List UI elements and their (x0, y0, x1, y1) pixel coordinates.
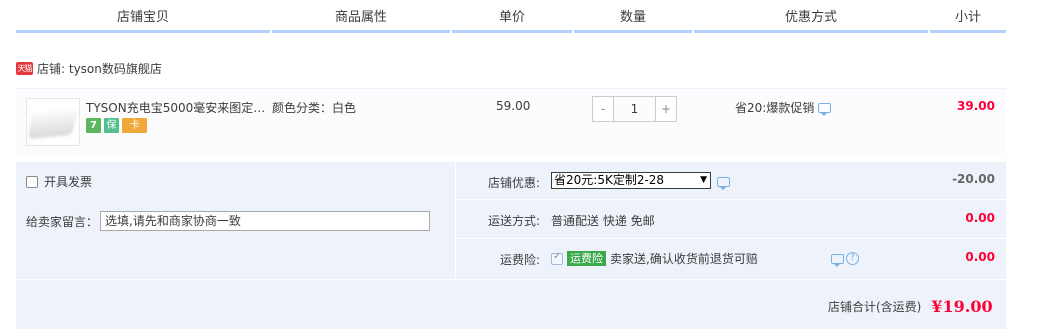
item-promotion: 省20:爆款促销 (735, 99, 832, 116)
invoice-label: 开具发票 (44, 175, 93, 189)
seller-note-input[interactable]: 选填,请先和商家协商一致 (100, 211, 431, 231)
seven-day-return-icon[interactable]: 7 (86, 118, 101, 133)
shop-total-value: ¥19.00 (931, 297, 993, 316)
shop-discount-amount: -20.00 (952, 172, 995, 186)
shop-line: 天猫 店铺: tyson数码旗舰店 (16, 58, 162, 78)
row-divider (455, 238, 1006, 239)
item-subtotal: 39.00 (957, 99, 995, 113)
shipping-amount: 0.00 (965, 211, 995, 225)
col-header-subtotal: 小计 (930, 0, 1006, 33)
seller-note: 给卖家留言： 选填,请先和商家协商一致 (26, 211, 431, 231)
item-attribute: 颜色分类：白色 (272, 101, 357, 115)
item-thumbnail[interactable] (26, 98, 80, 146)
message-icon[interactable] (818, 102, 832, 116)
insurance-label: 运费险: (499, 253, 540, 267)
question-icon[interactable]: ? (846, 252, 859, 265)
guarantee-icon[interactable]: 保 (104, 118, 119, 133)
quantity-increase-button[interactable]: + (656, 97, 676, 121)
shop-total: 店铺合计(含运费) ¥19.00 (828, 297, 993, 316)
col-header-promotion: 优惠方式 (694, 0, 928, 33)
row-divider (455, 199, 1006, 200)
item-title-link[interactable]: TYSON充电宝5000毫安来图定… (86, 99, 266, 116)
col-header-quantity: 数量 (574, 0, 692, 33)
promotion-text: 省20:爆款促销 (735, 101, 815, 115)
shop-discount-select[interactable]: 省20元:5K定制2-28 ▼ (551, 172, 711, 189)
col-header-attribute: 商品属性 (272, 0, 450, 33)
item-badges: 7 保 卡 (86, 118, 147, 133)
credit-card-icon[interactable]: 卡 (122, 118, 147, 133)
insurance-amount: 0.00 (965, 250, 995, 264)
shop-name-link[interactable]: 店铺: tyson数码旗舰店 (37, 60, 162, 77)
insurance-badge: 运费险 (567, 251, 606, 266)
col-header-item: 店铺宝贝 (16, 0, 270, 33)
shop-discount-label: 店铺优惠: (487, 176, 540, 190)
shipping-insurance: 运费险 卖家送,确认收货前退货可赔 (551, 250, 758, 267)
shop-total-label: 店铺合计(含运费) (828, 300, 922, 314)
column-divider (455, 162, 456, 279)
dropdown-arrow-icon: ▼ (700, 175, 707, 185)
invoice-option: 开具发票 (26, 173, 92, 190)
invoice-checkbox[interactable] (26, 175, 38, 188)
seller-note-label: 给卖家留言： (26, 214, 99, 229)
message-icon[interactable] (831, 253, 844, 267)
insurance-checkbox[interactable] (551, 251, 563, 265)
shipping-method: 普通配送 快递 免邮 (551, 214, 655, 228)
quantity-stepper: - 1 + (592, 96, 677, 122)
message-icon[interactable] (717, 177, 730, 190)
item-unit-price: 59.00 (496, 99, 531, 113)
quantity-decrease-button[interactable]: - (593, 97, 613, 121)
col-header-price: 单价 (452, 0, 572, 33)
shipping-label: 运送方式: (487, 214, 540, 228)
shop-discount-selected: 省20元:5K定制2-28 (554, 173, 665, 187)
insurance-help: ? (831, 252, 859, 267)
tmall-logo-icon: 天猫 (16, 61, 33, 75)
insurance-text: 卖家送,确认收货前退货可赔 (610, 252, 758, 266)
quantity-input[interactable]: 1 (613, 97, 656, 121)
